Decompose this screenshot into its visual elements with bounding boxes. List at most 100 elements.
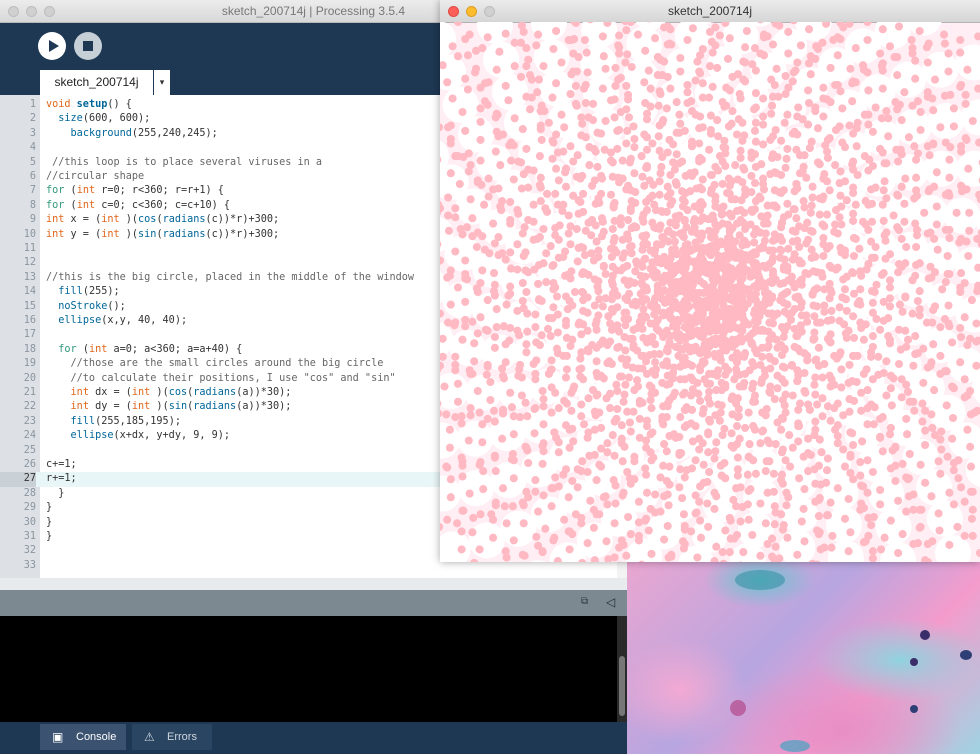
virus-spike bbox=[838, 138, 847, 147]
virus-spike bbox=[727, 395, 736, 404]
virus-spike bbox=[668, 297, 677, 306]
virus-spike bbox=[669, 430, 679, 439]
virus-spike bbox=[889, 211, 898, 220]
virus-spike bbox=[790, 187, 799, 196]
virus-spike bbox=[957, 80, 966, 90]
virus-spike bbox=[944, 301, 953, 310]
virus-spike bbox=[649, 453, 658, 462]
virus-spike bbox=[644, 66, 653, 75]
tab-errors[interactable]: ⚠ Errors bbox=[132, 724, 212, 750]
console-output[interactable] bbox=[0, 616, 617, 722]
virus-spike bbox=[602, 537, 611, 546]
virus-spike bbox=[943, 269, 952, 279]
virus-spike bbox=[771, 508, 780, 517]
virus-spike bbox=[665, 462, 674, 471]
virus-spike bbox=[867, 217, 877, 226]
virus-spike bbox=[640, 78, 649, 87]
virus-spike bbox=[478, 438, 487, 447]
virus-spike bbox=[549, 303, 558, 312]
virus-spike bbox=[844, 547, 853, 556]
virus-spike bbox=[848, 79, 857, 88]
virus-spike bbox=[513, 240, 522, 249]
tab-sketch[interactable]: sketch_200714j bbox=[40, 70, 153, 95]
virus-spike bbox=[876, 325, 885, 334]
virus-spike bbox=[731, 161, 740, 170]
virus-spike bbox=[584, 113, 593, 122]
virus-spike bbox=[446, 475, 455, 484]
virus-spike bbox=[491, 147, 500, 156]
virus-spike bbox=[567, 406, 576, 415]
virus-spike bbox=[878, 25, 887, 34]
virus-spike bbox=[880, 177, 889, 186]
virus-spike bbox=[506, 282, 515, 291]
virus-spike bbox=[491, 467, 500, 476]
virus-spike bbox=[846, 64, 855, 73]
virus-spike bbox=[502, 300, 511, 309]
virus-spike bbox=[721, 161, 730, 171]
virus-spike bbox=[806, 226, 815, 235]
tab-menu-dropdown[interactable]: ▾ bbox=[154, 70, 170, 95]
sketch-canvas[interactable] bbox=[440, 22, 980, 562]
virus-spike bbox=[514, 209, 523, 218]
virus-spike bbox=[695, 124, 704, 133]
virus-spike bbox=[672, 266, 681, 275]
virus-spike bbox=[800, 203, 809, 212]
virus-spike bbox=[804, 467, 813, 476]
virus-spike bbox=[975, 138, 980, 147]
console-scrollbar[interactable] bbox=[617, 616, 627, 722]
virus-spike bbox=[451, 213, 460, 222]
virus-spike bbox=[640, 233, 649, 243]
virus-spike bbox=[566, 89, 575, 99]
virus-spike bbox=[932, 202, 941, 211]
virus-spike bbox=[691, 296, 700, 305]
virus-spike bbox=[587, 249, 596, 258]
virus-spike bbox=[616, 107, 625, 117]
virus-spike bbox=[740, 165, 749, 174]
virus-spike bbox=[868, 127, 877, 136]
virus-spike bbox=[921, 478, 930, 487]
virus-spike bbox=[457, 545, 466, 554]
virus-spike bbox=[964, 164, 973, 173]
virus-spike bbox=[736, 517, 745, 526]
stop-button[interactable] bbox=[74, 32, 102, 60]
virus-spike bbox=[466, 411, 475, 420]
virus-spike bbox=[725, 34, 734, 43]
virus-spike bbox=[782, 154, 791, 163]
virus-spike bbox=[561, 182, 571, 191]
virus-spike bbox=[466, 404, 475, 413]
run-button[interactable] bbox=[38, 32, 66, 60]
virus-spike bbox=[712, 542, 721, 551]
virus-spike bbox=[778, 362, 787, 371]
virus-spike bbox=[751, 469, 760, 478]
virus-spike bbox=[794, 103, 803, 112]
collapse-console-icon[interactable]: ◁ bbox=[606, 595, 618, 609]
virus-spike bbox=[461, 322, 470, 331]
virus-spike bbox=[813, 44, 823, 54]
virus-spike bbox=[916, 460, 925, 469]
copy-icon[interactable]: ⧉ bbox=[581, 596, 593, 608]
virus-spike bbox=[772, 203, 781, 212]
virus-spike bbox=[540, 107, 549, 116]
virus-spike bbox=[735, 89, 744, 99]
virus-spike bbox=[550, 533, 559, 542]
virus-spike bbox=[466, 369, 475, 378]
virus-spike bbox=[635, 414, 644, 423]
tab-console[interactable]: ▣ Console bbox=[40, 724, 126, 750]
virus-spike bbox=[461, 297, 470, 306]
console-header: ⧉ ◁ bbox=[0, 590, 627, 616]
virus-spike bbox=[678, 356, 688, 365]
virus-spike bbox=[846, 468, 855, 477]
virus-spike bbox=[463, 51, 472, 60]
virus-spike bbox=[896, 345, 905, 354]
virus-spike bbox=[859, 335, 868, 344]
virus-spike bbox=[644, 334, 653, 343]
virus-spike bbox=[457, 419, 466, 428]
virus-spike bbox=[734, 352, 743, 361]
virus-spike bbox=[642, 197, 651, 207]
virus-spike bbox=[887, 401, 896, 410]
virus-spike bbox=[496, 161, 505, 170]
virus-spike bbox=[911, 332, 920, 341]
virus-spike bbox=[518, 125, 527, 134]
virus-spike bbox=[626, 427, 635, 436]
virus-spike bbox=[584, 347, 593, 356]
